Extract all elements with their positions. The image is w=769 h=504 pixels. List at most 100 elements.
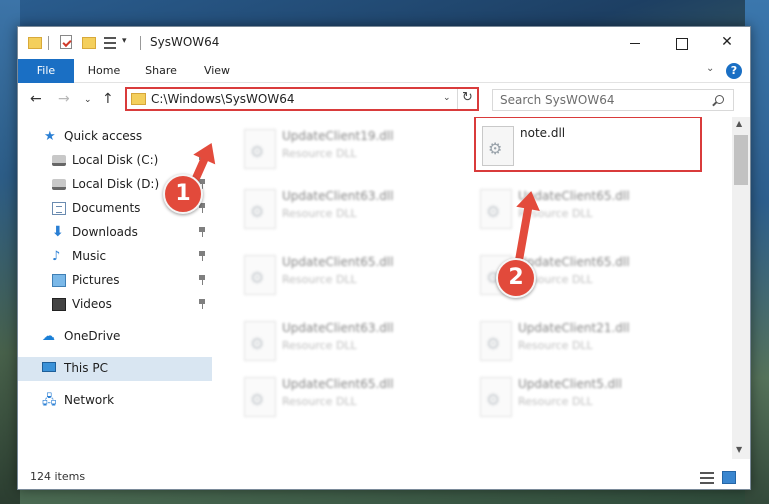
sidebar-item-label: Music <box>72 249 107 263</box>
toolbar-separator <box>48 36 49 50</box>
window-title: SysWOW64 <box>150 35 220 49</box>
sidebar-item-onedrive[interactable]: ☁ OneDrive <box>18 325 212 349</box>
search-placeholder: Search SysWOW64 <box>500 93 615 107</box>
sidebar-item-videos[interactable]: Videos <box>18 293 212 317</box>
pin-icon[interactable] <box>198 251 206 261</box>
address-divider <box>457 89 458 109</box>
sidebar-item-network[interactable]: 🖧 Network <box>18 389 212 413</box>
dll-file-icon <box>244 321 276 361</box>
file-type: Resource DLL <box>518 339 593 352</box>
tab-home[interactable]: Home <box>80 59 128 83</box>
file-item[interactable]: UpdateClient21.dll Resource DLL <box>474 313 706 369</box>
minimize-button[interactable] <box>612 27 658 59</box>
sidebar-item-quick-access[interactable]: ★ Quick access <box>18 125 212 149</box>
star-icon: ★ <box>44 129 56 144</box>
network-icon: 🖧 <box>42 393 57 408</box>
search-icon[interactable] <box>715 95 724 104</box>
dll-file-icon <box>244 255 276 295</box>
address-dropdown-icon[interactable]: ⌄ <box>443 93 451 103</box>
file-name: UpdateClient63.dll <box>282 189 394 203</box>
file-item[interactable]: UpdateClient65.dll Resource DLL <box>238 247 470 303</box>
file-name: UpdateClient63.dll <box>282 321 394 335</box>
dll-file-icon <box>482 126 514 166</box>
dll-file-icon <box>244 129 276 169</box>
file-name: note.dll <box>520 126 566 140</box>
dll-file-icon <box>480 321 512 361</box>
file-name: UpdateClient19.dll <box>282 129 394 143</box>
sidebar-item-label: Network <box>64 393 115 407</box>
expand-ribbon-icon[interactable]: ⌄ <box>706 63 714 74</box>
sidebar-item-label: Documents <box>72 201 141 215</box>
folder-icon[interactable] <box>28 37 42 49</box>
file-type: Resource DLL <box>518 395 593 408</box>
properties-icon[interactable] <box>60 35 72 49</box>
videos-icon <box>52 298 66 311</box>
sidebar-item-this-pc[interactable]: This PC <box>18 357 212 381</box>
customize-toolbar-icon[interactable] <box>104 37 116 49</box>
file-name: UpdateClient65.dll <box>518 255 630 269</box>
file-list: UpdateClient19.dll Resource DLL UpdateCl… <box>218 117 732 459</box>
file-type: Resource DLL <box>282 147 357 160</box>
maximize-button[interactable] <box>658 27 704 59</box>
refresh-icon[interactable]: ↻ <box>462 90 473 105</box>
sidebar-item-label: Local Disk (C:) <box>72 153 159 167</box>
pin-icon[interactable] <box>198 227 206 237</box>
large-icons-view-icon[interactable] <box>722 471 736 484</box>
step-badge-2: 2 <box>496 258 536 298</box>
scroll-down-icon[interactable]: ▼ <box>736 445 742 454</box>
new-folder-icon[interactable] <box>82 37 96 49</box>
documents-icon <box>52 202 66 215</box>
file-type: Resource DLL <box>282 207 357 220</box>
file-item[interactable]: UpdateClient65.dll Resource DLL <box>238 369 470 425</box>
toolbar-separator <box>140 36 141 50</box>
up-button[interactable]: ↑ <box>102 91 114 107</box>
details-view-icon[interactable] <box>700 472 714 484</box>
file-item-note-dll[interactable]: note.dll <box>474 117 702 172</box>
sidebar-item-downloads[interactable]: ⬇ Downloads <box>18 221 212 245</box>
quick-access-dropdown-icon[interactable]: ▾ <box>122 36 127 54</box>
dll-file-icon <box>480 189 512 229</box>
file-item[interactable]: UpdateClient5.dll Resource DLL <box>474 369 706 425</box>
file-item[interactable]: UpdateClient19.dll Resource DLL <box>238 121 470 177</box>
file-name: UpdateClient21.dll <box>518 321 630 335</box>
navigation-pane: ★ Quick access Local Disk (C:) Local Dis… <box>18 117 212 459</box>
file-item[interactable]: UpdateClient63.dll Resource DLL <box>238 181 470 237</box>
address-text[interactable]: C:\Windows\SysWOW64 <box>151 92 295 106</box>
sidebar-item-label: Local Disk (D:) <box>72 177 160 191</box>
vertical-scrollbar[interactable]: ▲ ▼ <box>732 117 750 459</box>
file-item[interactable]: UpdateClient63.dll Resource DLL <box>238 313 470 369</box>
sidebar-item-music[interactable]: ♪ Music <box>18 245 212 269</box>
disk-icon <box>52 179 66 190</box>
sidebar-item-label: Videos <box>72 297 112 311</box>
sidebar-item-label: OneDrive <box>64 329 121 343</box>
pin-icon[interactable] <box>198 275 206 285</box>
sidebar-item-pictures[interactable]: Pictures <box>18 269 212 293</box>
recent-locations-button[interactable]: ⌄ <box>84 95 92 105</box>
sidebar-item-label: This PC <box>64 361 108 375</box>
disk-icon <box>52 155 66 166</box>
sidebar-item-local-disk-c[interactable]: Local Disk (C:) <box>18 149 212 173</box>
back-button[interactable]: ← <box>30 91 42 107</box>
tab-share[interactable]: Share <box>136 59 186 83</box>
sidebar-item-label: Downloads <box>72 225 138 239</box>
forward-button[interactable]: → <box>58 91 70 107</box>
tab-file[interactable]: File <box>18 59 74 83</box>
sidebar-item-label: Pictures <box>72 273 120 287</box>
download-icon: ⬇ <box>52 224 64 240</box>
file-item[interactable]: UpdateClient65.dll Resource DLL <box>474 181 706 237</box>
help-icon[interactable]: ? <box>726 63 742 79</box>
close-button[interactable]: ✕ <box>704 27 750 59</box>
pin-icon[interactable] <box>198 299 206 309</box>
pictures-icon <box>52 274 66 287</box>
item-count: 124 items <box>30 470 86 483</box>
sidebar-item-label: Quick access <box>64 129 143 143</box>
dll-file-icon <box>480 377 512 417</box>
file-name: UpdateClient65.dll <box>282 377 394 391</box>
scroll-up-icon[interactable]: ▲ <box>736 119 742 128</box>
tab-view[interactable]: View <box>194 59 240 83</box>
music-icon: ♪ <box>52 249 61 264</box>
address-bar[interactable]: C:\Windows\SysWOW64 ⌄ ↻ <box>125 87 479 111</box>
search-input[interactable]: Search SysWOW64 <box>492 89 734 111</box>
scroll-thumb[interactable] <box>734 135 748 185</box>
file-type: Resource DLL <box>282 273 357 286</box>
